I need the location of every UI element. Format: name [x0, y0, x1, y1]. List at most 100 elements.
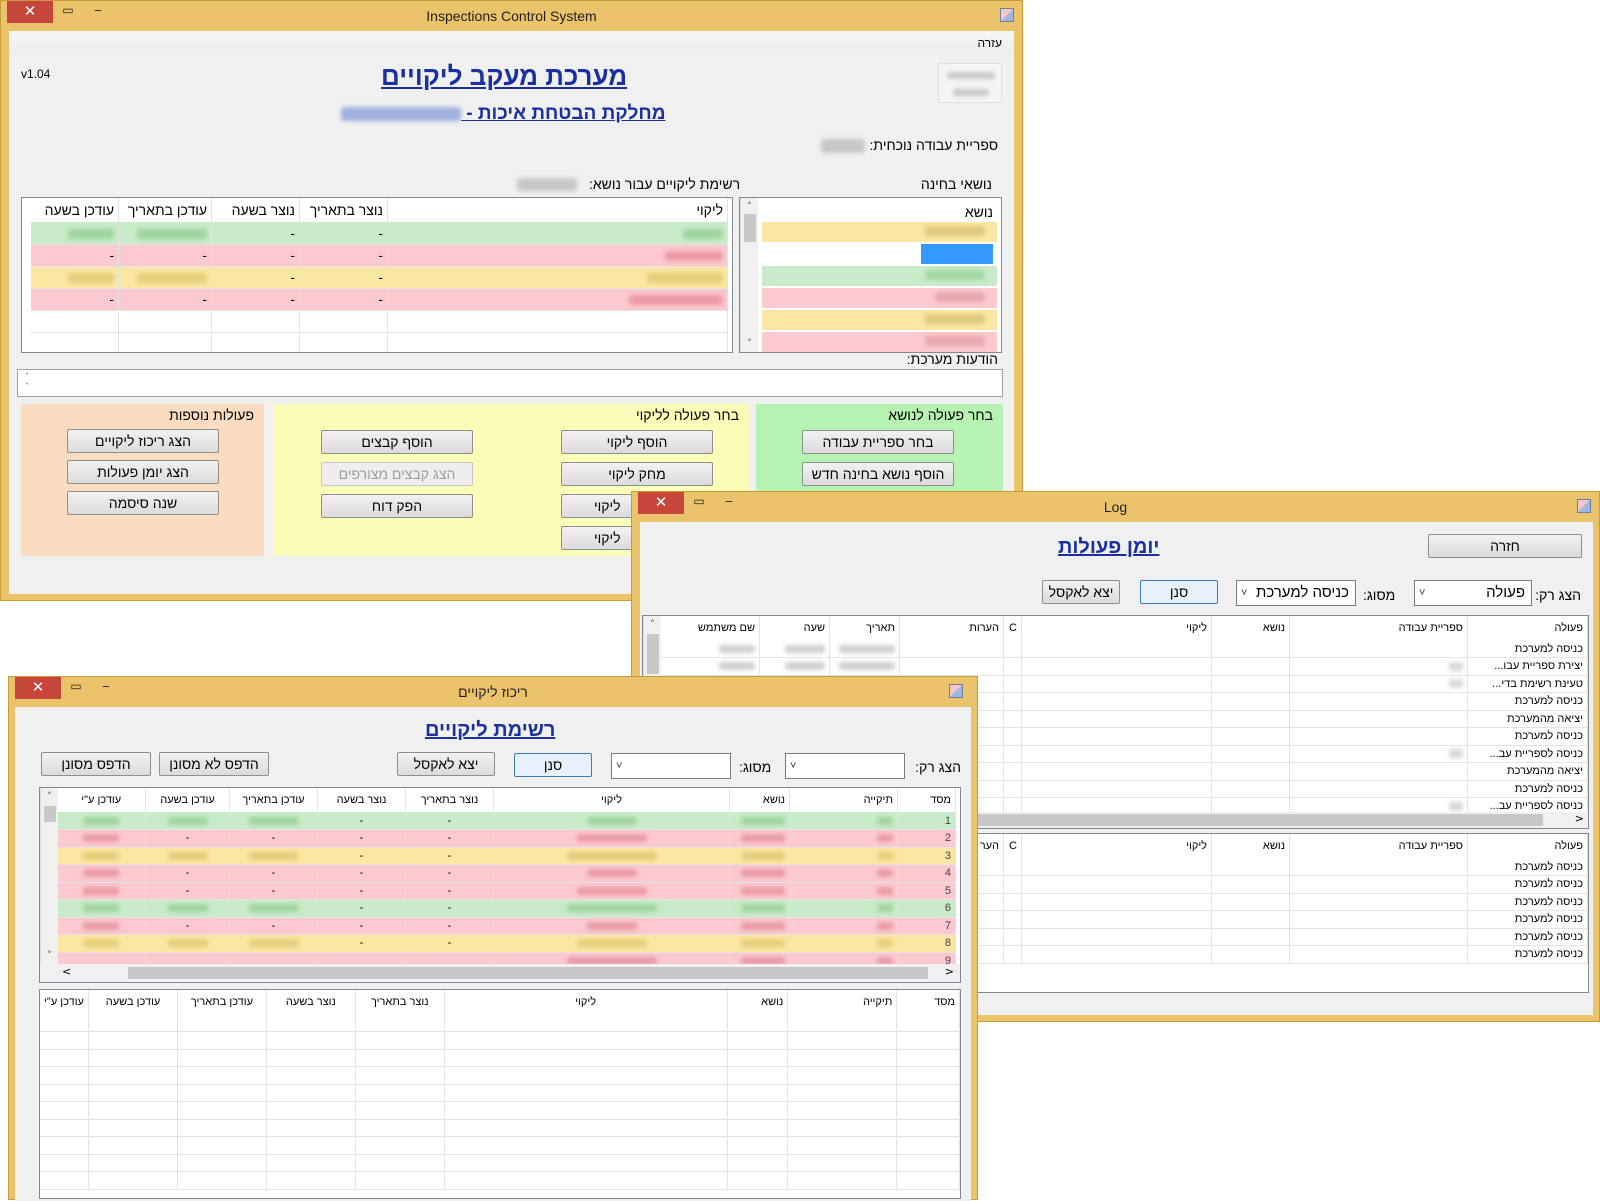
col-subject[interactable]: נושא: [1211, 834, 1290, 858]
col-action[interactable]: פעולה: [1467, 616, 1588, 640]
scroll-up-icon[interactable]: ˄: [41, 790, 58, 803]
messages-scrollbar[interactable]: ˄ ˅: [20, 372, 34, 394]
col-defect[interactable]: ליקוי: [1021, 616, 1212, 640]
subject-row[interactable]: [762, 332, 997, 352]
col-created-time[interactable]: נוצר בשעה: [211, 198, 300, 222]
scroll-right-icon[interactable]: >: [1575, 812, 1584, 825]
delete-defect-button[interactable]: מחק ליקוי: [561, 462, 713, 486]
hscroll-thumb[interactable]: [128, 967, 928, 979]
menu-help[interactable]: עזרה: [977, 36, 1002, 50]
col-defect[interactable]: ליקוי: [1021, 834, 1212, 858]
log-row[interactable]: כניסה למערכת: [659, 640, 1588, 658]
filter-button[interactable]: סנן: [514, 753, 592, 777]
scroll-down-icon[interactable]: ˅: [741, 337, 758, 350]
summary-bottom-grid[interactable]: מסד תיקייה נושא ליקוי נוצר בתאריך נוצר ב…: [39, 989, 961, 1199]
add-subject-button[interactable]: הוסף נושא בחינה חדש: [802, 462, 954, 486]
print-filtered-button[interactable]: הדפס מסונן: [41, 752, 151, 776]
generate-report-button[interactable]: הפק דוח: [321, 494, 473, 518]
col-library[interactable]: ספריית עבודה: [1289, 834, 1468, 858]
summary-row[interactable]: 3 --: [57, 847, 956, 865]
type-filter-select[interactable]: כניסה למערכת ˅: [1236, 580, 1356, 606]
col-subject[interactable]: נושא: [727, 990, 789, 1014]
subject-row-selected[interactable]: [762, 244, 997, 264]
col-time[interactable]: שעה: [759, 616, 830, 640]
col-created-date[interactable]: נוצר בתאריך: [299, 198, 388, 222]
system-messages-box[interactable]: ˄ ˅: [17, 369, 1003, 397]
scroll-thumb[interactable]: [647, 634, 659, 674]
summary-grid[interactable]: מסד תיקייה נושא ליקוי נוצר בתאריך נוצר ב…: [39, 787, 961, 983]
defect-row[interactable]: --: [30, 222, 728, 245]
col-updated-date[interactable]: עודכן בתאריך: [118, 198, 212, 222]
defect-row[interactable]: --: [30, 266, 728, 289]
col-username[interactable]: שם משתמש: [659, 616, 760, 640]
col-updated-date[interactable]: עודכן בתאריך: [177, 990, 267, 1014]
summary-row[interactable]: 7----: [57, 917, 956, 935]
summary-row[interactable]: 6 --: [57, 899, 956, 918]
scroll-thumb[interactable]: [44, 806, 56, 822]
col-serial[interactable]: מסד: [897, 788, 956, 812]
summary-row[interactable]: 4----: [57, 864, 956, 883]
col-folder[interactable]: תיקייה: [787, 990, 898, 1014]
col-updated-time[interactable]: עודכן בשעה: [88, 990, 178, 1014]
back-button[interactable]: חזרה: [1428, 534, 1582, 558]
export-excel-button[interactable]: יצא לאקסל: [1042, 580, 1120, 604]
show-summary-button[interactable]: הצג ריכוז ליקויים: [67, 429, 219, 453]
col-notes[interactable]: הערות: [899, 616, 1004, 640]
defect-row[interactable]: ----: [30, 244, 728, 267]
col-updated-time[interactable]: עודכן בשעה: [30, 198, 119, 222]
main-titlebar[interactable]: ✕ ▭ ‒ Inspections Control System: [1, 1, 1022, 31]
summary-hscrollbar[interactable]: < >: [40, 964, 960, 982]
summary-row[interactable]: 8 --: [57, 934, 956, 953]
subject-row[interactable]: [762, 310, 997, 330]
col-defect[interactable]: ליקוי: [387, 198, 728, 222]
change-password-button[interactable]: שנה סיסמה: [67, 491, 219, 515]
print-unfiltered-button[interactable]: הדפס לא מסונן: [159, 752, 269, 776]
subject-row[interactable]: [762, 222, 997, 242]
col-action[interactable]: פעולה: [1467, 834, 1588, 858]
col-updated-by[interactable]: עודכן ע"י: [40, 990, 90, 1014]
col-subject[interactable]: נושא: [1211, 616, 1290, 640]
choose-library-button[interactable]: בחר ספריית עבודה: [802, 430, 954, 454]
col-created-date[interactable]: נוצר בתאריך: [355, 990, 445, 1014]
col-defect[interactable]: ליקוי: [444, 990, 728, 1014]
scroll-right-icon[interactable]: >: [945, 965, 954, 978]
col-created-time[interactable]: נוצר בשעה: [317, 788, 406, 812]
scroll-thumb[interactable]: [744, 214, 756, 242]
summary-row[interactable]: 1 --: [57, 812, 956, 830]
action-filter-select[interactable]: פעולה ˅: [1414, 580, 1532, 606]
log-row[interactable]: יצירת ספריית עבו...: [659, 657, 1588, 676]
scroll-up-icon[interactable]: ˄: [741, 200, 758, 213]
subject-row[interactable]: [762, 288, 997, 308]
show-log-button[interactable]: הצג יומן פעולות: [67, 460, 219, 484]
subject-row[interactable]: [762, 266, 997, 286]
col-c[interactable]: C: [1003, 834, 1022, 858]
col-created-date[interactable]: נוצר בתאריך: [405, 788, 494, 812]
col-defect[interactable]: ליקוי: [493, 788, 730, 812]
summary-scrollbar[interactable]: ˄ ˅: [40, 788, 58, 964]
scroll-up-icon[interactable]: ˄: [644, 618, 661, 631]
col-subject[interactable]: נושא: [729, 788, 790, 812]
col-updated-by[interactable]: עודכן ע"י: [57, 788, 146, 812]
summary-row[interactable]: 2----: [57, 829, 956, 848]
col-updated-time[interactable]: עודכן בשעה: [145, 788, 230, 812]
summary-titlebar[interactable]: ✕ ▭ ‒ ריכוז ליקויים: [9, 677, 977, 707]
col-date[interactable]: תאריך: [829, 616, 900, 640]
show-only-select[interactable]: ˅: [785, 753, 905, 779]
col-folder[interactable]: תיקייה: [789, 788, 898, 812]
col-c[interactable]: C: [1003, 616, 1022, 640]
defects-grid[interactable]: ליקוי נוצר בתאריך נוצר בשעה עודכן בתאריך…: [21, 197, 733, 353]
summary-row[interactable]: 5----: [57, 882, 956, 900]
col-updated-date[interactable]: עודכן בתאריך: [229, 788, 318, 812]
filter-button[interactable]: סנן: [1140, 580, 1218, 604]
defect-row[interactable]: ----: [30, 288, 728, 311]
export-excel-button[interactable]: יצא לאקסל: [397, 752, 495, 776]
log-titlebar[interactable]: ✕ ▭ ‒ Log: [632, 492, 1599, 522]
add-defect-button[interactable]: הוסף ליקוי: [561, 430, 713, 454]
col-serial[interactable]: מסד: [896, 990, 960, 1014]
scroll-down-icon[interactable]: ˅: [41, 949, 58, 962]
type-select[interactable]: ˅: [611, 753, 731, 779]
col-created-time[interactable]: נוצר בשעה: [266, 990, 356, 1014]
col-library[interactable]: ספריית עבודה: [1289, 616, 1468, 640]
subjects-list[interactable]: נושא ˄ ˅: [739, 197, 1002, 353]
scroll-left-icon[interactable]: <: [62, 965, 71, 978]
